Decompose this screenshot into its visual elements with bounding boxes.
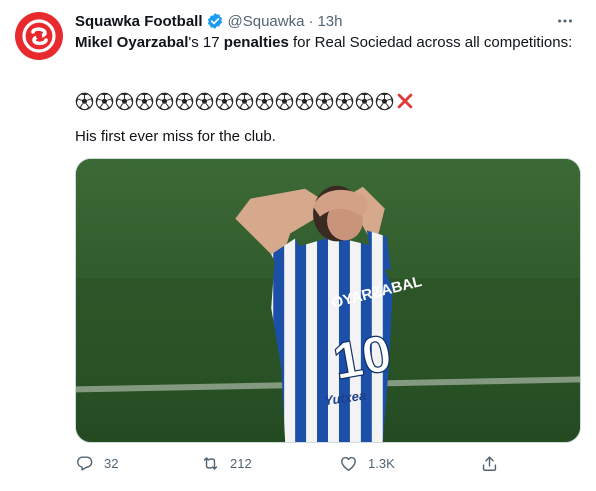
- shirt-number: 10: [329, 323, 396, 390]
- tweet-text: Mikel Oyarzabal's 17 penalties for Real …: [75, 33, 575, 53]
- soccer-ball-icon: [375, 92, 394, 110]
- squawka-logo-icon: [22, 19, 56, 53]
- soccer-ball-icon: [235, 92, 254, 110]
- retweet-button[interactable]: 212: [201, 452, 252, 474]
- tweet-text-second: His first ever miss for the club.: [75, 128, 276, 145]
- share-icon: [482, 455, 497, 471]
- tweet-photo[interactable]: OYARZABAL 10 Yutxea: [75, 158, 581, 443]
- soccer-ball-icon: [275, 92, 294, 110]
- penalty-emoji-row: [75, 91, 414, 111]
- soccer-ball-icon: [75, 92, 94, 110]
- player-photo: OYARZABAL 10 Yutxea: [76, 159, 580, 442]
- share-button[interactable]: [480, 452, 509, 474]
- soccer-ball-icon: [135, 92, 154, 110]
- soccer-ball-icon: [315, 92, 334, 110]
- reply-icon: [77, 455, 93, 471]
- tweet-timestamp[interactable]: 13h: [317, 13, 342, 30]
- retweet-icon: [203, 456, 218, 470]
- author-name[interactable]: Squawka Football: [75, 13, 203, 30]
- author-handle[interactable]: @Squawka: [228, 13, 305, 30]
- like-count: 1.3K: [368, 455, 395, 471]
- verified-badge-icon: [206, 12, 224, 30]
- retweet-count: 212: [230, 455, 252, 471]
- soccer-ball-icon: [155, 92, 174, 110]
- tweet-text-bold: penalties: [223, 34, 289, 51]
- heart-icon: [341, 456, 356, 471]
- soccer-ball-icon: [195, 92, 214, 110]
- tweet-header: Squawka Football @Squawka · 13h: [75, 11, 581, 31]
- soccer-ball-icon: [115, 92, 134, 110]
- more-options-icon[interactable]: [555, 11, 575, 31]
- tweet-text-mid: 's 17: [188, 34, 224, 51]
- soccer-ball-icon: [95, 92, 114, 110]
- soccer-ball-icon: [335, 92, 354, 110]
- soccer-ball-icon: [355, 92, 374, 110]
- separator-dot: ·: [308, 12, 314, 30]
- soccer-ball-icon: [295, 92, 314, 110]
- like-button[interactable]: 1.3K: [339, 452, 395, 474]
- player-name: Mikel Oyarzabal: [75, 34, 189, 51]
- soccer-ball-icon: [255, 92, 274, 110]
- red-cross-icon: [397, 93, 413, 109]
- reply-button[interactable]: 32: [75, 452, 118, 474]
- reply-count: 32: [104, 455, 119, 471]
- soccer-ball-icon: [215, 92, 234, 110]
- tweet-actions: 32 212 1.3K: [75, 452, 505, 474]
- soccer-ball-icon: [175, 92, 194, 110]
- tweet-text-rest: for Real Sociedad across all competition…: [288, 34, 573, 51]
- avatar[interactable]: [15, 12, 63, 60]
